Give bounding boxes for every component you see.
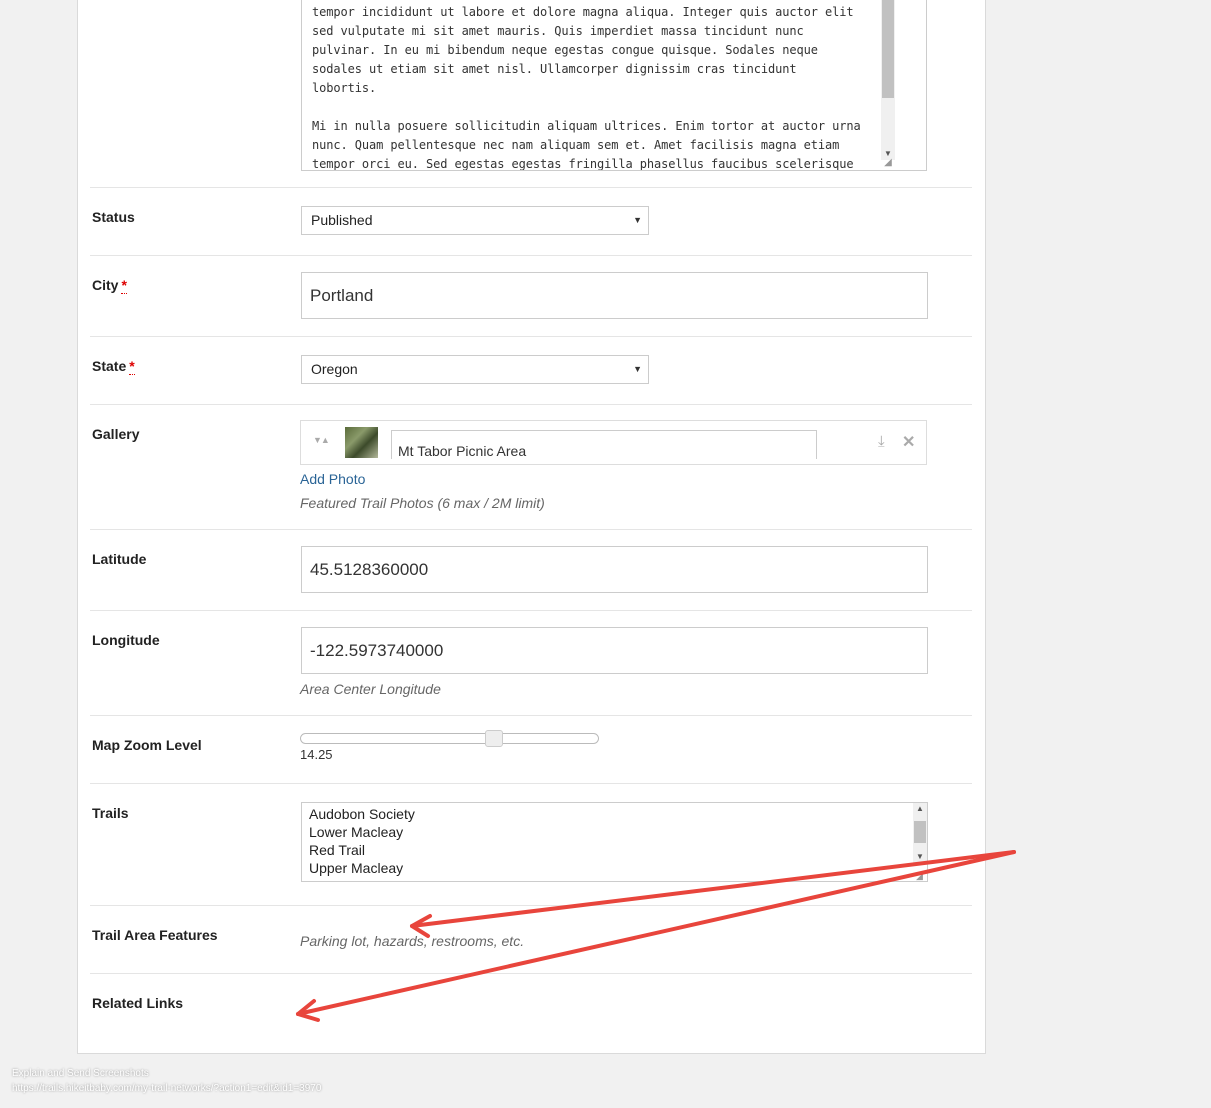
annotation-arrows — [296, 850, 1016, 1022]
footer-url: https://trails.hikeitbaby.com/my-trail-n… — [12, 1083, 322, 1094]
annotation-arrow — [296, 850, 1016, 1016]
footer-title: Explain and Send Screenshots — [12, 1068, 149, 1079]
annotation-arrow — [410, 850, 1016, 928]
